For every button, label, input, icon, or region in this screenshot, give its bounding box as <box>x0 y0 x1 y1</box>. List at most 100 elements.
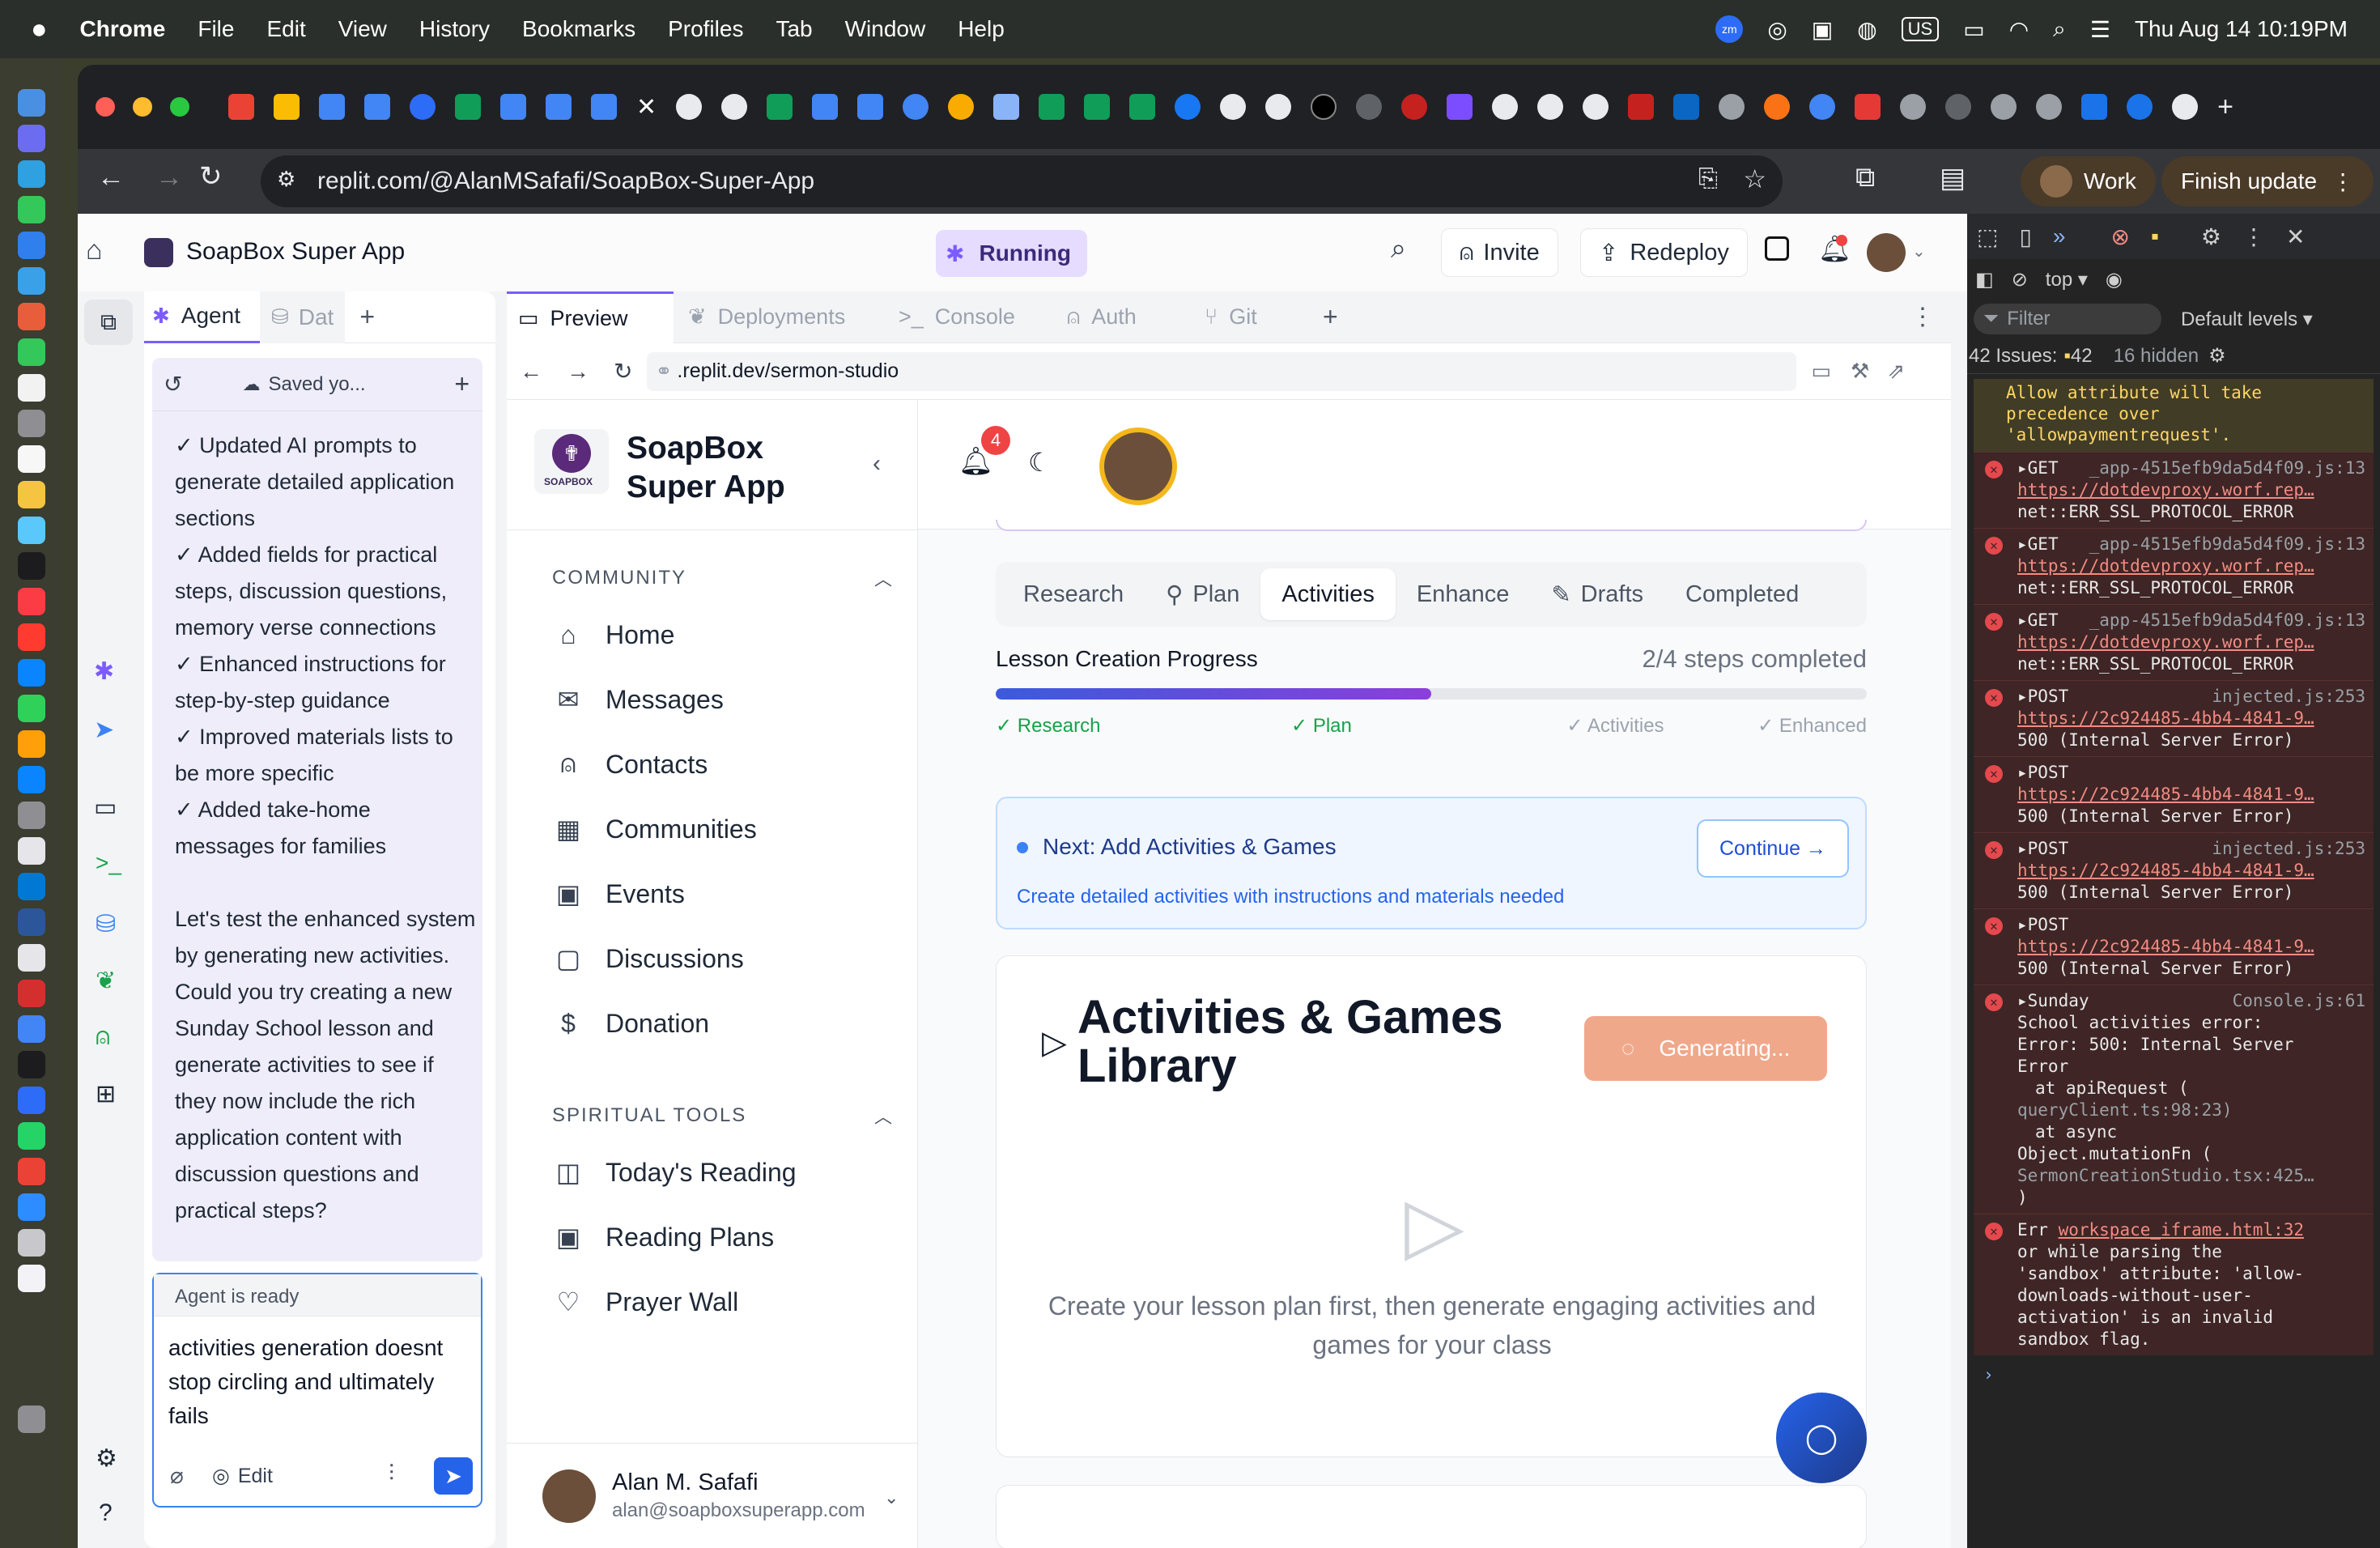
chevron-down-icon[interactable]: ⌄ <box>1912 241 1926 262</box>
tab-favicon-icon[interactable] <box>410 94 436 120</box>
bookmark-star-icon[interactable]: ☆ <box>1743 164 1766 194</box>
tab-activities[interactable]: Activities <box>1260 568 1396 620</box>
tab-preview[interactable]: ▭ Preview <box>507 291 674 343</box>
request-url[interactable]: https://2c924485-4bb4-4841-9… <box>2017 936 2365 958</box>
apple-logo-icon[interactable]: ● <box>31 14 48 45</box>
dock-app-icon[interactable] <box>18 1265 45 1292</box>
tab-favicon-icon[interactable] <box>1175 94 1201 120</box>
help-icon[interactable]: ? <box>99 1499 113 1527</box>
tab-favicon-icon[interactable] <box>1764 94 1791 120</box>
dock-app-icon[interactable] <box>18 1193 45 1221</box>
sidebar-item-discussions[interactable]: ▢ Discussions <box>552 926 892 991</box>
tab-favicon-icon[interactable] <box>2172 94 2199 120</box>
console-error-sandbox[interactable]: ✕ Err workspace_iframe.html:32 or while … <box>1974 1214 2374 1355</box>
tab-search-icon[interactable]: ▤ <box>1940 162 1966 194</box>
tab-auth[interactable]: ⍝ Auth <box>1056 291 1193 343</box>
menu-view[interactable]: View <box>338 16 387 42</box>
dock-app-icon[interactable] <box>18 837 45 865</box>
dock-app-icon[interactable] <box>18 659 45 687</box>
dock-app-icon[interactable] <box>18 552 45 580</box>
tab-drafts[interactable]: ✎ Drafts <box>1530 568 1664 620</box>
tab-favicon-icon[interactable] <box>1447 94 1473 120</box>
dock-app-icon[interactable] <box>18 1087 45 1114</box>
more-vert-icon[interactable]: ⋮ <box>2242 223 2265 250</box>
tab-completed[interactable]: Completed <box>1664 568 1820 620</box>
device-toggle-icon[interactable]: ▯ <box>2019 223 2031 250</box>
tab-database[interactable]: ⛁ Dat <box>259 291 346 343</box>
wrench-icon[interactable]: ⚒ <box>1851 359 1869 384</box>
sidebar-item-messages[interactable]: ✉ Messages <box>552 667 892 732</box>
history-icon[interactable]: ↺ <box>164 371 182 398</box>
filter-input[interactable]: ⏷ Filter <box>1974 304 2161 334</box>
status-icon[interactable]: ◎ <box>1767 16 1787 43</box>
dock-app-icon[interactable] <box>18 623 45 651</box>
console-error-entry[interactable]: ✕ ▸GET _app-4515efb9da5d4f09.js:13 https:/… <box>1974 604 2374 680</box>
panel-toggle-icon[interactable] <box>1765 236 1789 261</box>
section-header-spiritual-tools[interactable]: SPIRITUAL TOOLS ︿ <box>552 1091 892 1140</box>
input-source-badge[interactable]: US <box>1901 17 1940 41</box>
clear-console-icon[interactable]: ⊘ <box>2012 268 2028 291</box>
tab-favicon-icon[interactable] <box>2081 94 2108 120</box>
preview-url-input[interactable]: ⚭ .replit.dev/sermon-studio <box>647 351 1797 391</box>
window-zoom-button[interactable] <box>170 97 189 117</box>
error-count-icon[interactable]: ⊗ <box>2110 223 2129 250</box>
reload-icon[interactable]: ↻ <box>199 160 223 193</box>
request-url[interactable]: https://2c924485-4bb4-4841-9… <box>2017 860 2365 882</box>
request-url[interactable]: https://dotdevproxy.worf.rep… <box>2017 555 2365 577</box>
sliders-icon[interactable]: ⫶ <box>389 1461 394 1487</box>
tab-research[interactable]: Research <box>1002 568 1145 620</box>
request-url[interactable]: https://dotdevproxy.worf.rep… <box>2017 632 2365 653</box>
add-tab-icon[interactable]: + <box>359 302 375 332</box>
tab-deployments[interactable]: ❦ Deployments <box>674 291 887 343</box>
menu-tab[interactable]: Tab <box>776 16 812 42</box>
settings-icon[interactable]: ⚙ <box>2201 223 2221 250</box>
dock-app-icon[interactable] <box>18 196 45 223</box>
sidebar-item-events[interactable]: ▣ Events <box>552 861 892 926</box>
settings-icon[interactable]: ⚙ <box>96 1444 117 1473</box>
shell-icon[interactable]: >_ <box>96 850 121 876</box>
all-tools-icon[interactable]: ⊞ <box>96 1080 116 1108</box>
chat-fab-button[interactable]: ◯ <box>1776 1393 1867 1483</box>
request-url[interactable]: https://2c924485-4bb4-4841-9… <box>2017 708 2365 729</box>
dock-app-icon[interactable] <box>18 766 45 793</box>
new-chat-icon[interactable]: + <box>454 369 470 399</box>
battery-icon[interactable]: ▭ <box>1963 16 1984 43</box>
tab-favicon-icon[interactable] <box>1356 94 1383 120</box>
tab-favicon-icon[interactable] <box>319 94 345 120</box>
collapse-sidebar-icon[interactable]: ‹ <box>873 450 881 478</box>
avatar[interactable] <box>1099 427 1177 505</box>
app-logo[interactable]: ✟ SOAPBOX <box>534 429 609 494</box>
control-center-icon[interactable]: ☰ <box>2090 16 2110 43</box>
tab-favicon-icon[interactable] <box>1401 94 1428 120</box>
deployments-icon[interactable]: ❦ <box>96 967 116 995</box>
sidebar-item-donation[interactable]: $ Donation <box>552 991 892 1056</box>
console-error-entry[interactable]: ✕ ▸GET _app-4515efb9da5d4f09.js:13 https:/… <box>1974 528 2374 604</box>
tab-favicon-icon[interactable] <box>903 94 929 120</box>
database-icon[interactable]: ⛁ <box>96 910 116 938</box>
user-profile-footer[interactable]: Alan M. Safafi alan@soapboxsuperapp.com … <box>507 1443 918 1548</box>
menu-edit[interactable]: Edit <box>266 16 305 42</box>
redeploy-button[interactable]: ⇪ Redeploy <box>1580 228 1748 277</box>
invite-button[interactable]: ⍝ Invite <box>1441 228 1558 277</box>
tab-favicon-icon[interactable] <box>1628 94 1655 120</box>
dock-app-icon[interactable] <box>18 338 45 366</box>
dock-app-icon[interactable] <box>18 1229 45 1257</box>
new-tab-icon[interactable]: + <box>2217 91 2233 123</box>
menu-history[interactable]: History <box>419 16 490 42</box>
run-status-button[interactable]: ✱ Running <box>936 230 1087 277</box>
tab-favicon-icon[interactable] <box>500 94 526 120</box>
eye-icon[interactable]: ◉ <box>2106 268 2123 291</box>
tab-favicon-icon[interactable] <box>1265 94 1292 120</box>
close-tab-icon[interactable]: ✕ <box>636 93 657 121</box>
continue-button[interactable]: Continue → <box>1697 819 1850 878</box>
tab-favicon-icon[interactable] <box>274 94 300 120</box>
status-icon[interactable]: ◍ <box>1857 16 1876 43</box>
menu-window[interactable]: Window <box>845 16 926 42</box>
dock-app-icon[interactable] <box>18 1158 45 1185</box>
console-error-entry[interactable]: ✕ ▸GET _app-4515efb9da5d4f09.js:13 https:/… <box>1974 452 2374 528</box>
generating-button[interactable]: ◌ Generating... <box>1584 1016 1827 1081</box>
edit-mode-button[interactable]: ◎ Edit <box>212 1464 273 1488</box>
dock-app-icon[interactable] <box>18 267 45 295</box>
user-avatar[interactable] <box>1867 233 1906 272</box>
tab-plan[interactable]: ⚲ Plan <box>1145 568 1260 620</box>
